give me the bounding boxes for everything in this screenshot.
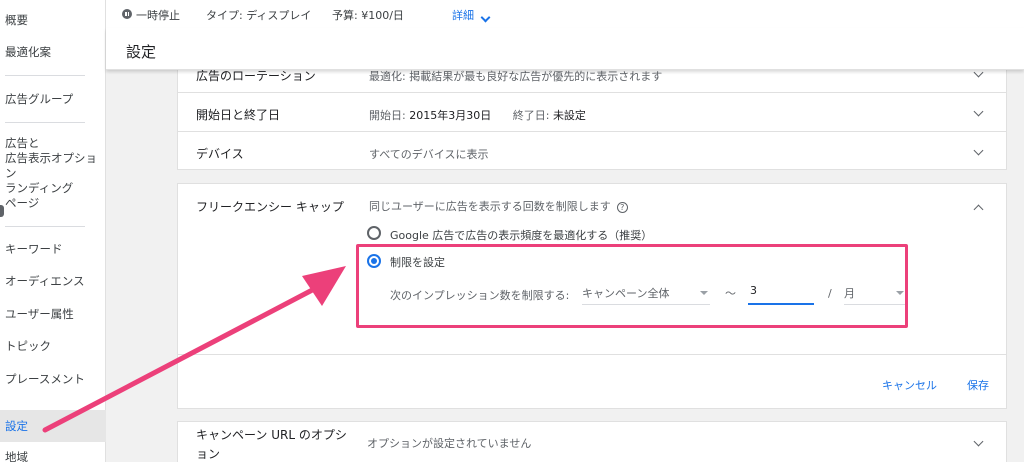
row-divider xyxy=(178,354,1006,355)
sidebar-item-audiences[interactable]: オーディエンス xyxy=(5,274,84,289)
dates-label[interactable]: 開始日と終了日 xyxy=(196,106,280,123)
sidebar-item-ad-groups[interactable]: 広告グループ xyxy=(5,92,73,107)
chevron-up-icon[interactable] xyxy=(973,204,984,215)
row-divider xyxy=(178,131,1006,132)
status-type: タイプ: ディスプレイ xyxy=(206,9,312,22)
row-divider xyxy=(178,92,1006,93)
campaign-status-bar: 一時停止 タイプ: ディスプレイ 予算: ¥100/日 詳細 xyxy=(106,0,1024,28)
cancel-button[interactable]: キャンセル xyxy=(882,377,937,393)
radio-auto-optimize-label[interactable]: Google 広告で広告の表示頻度を最適化する（推奨） xyxy=(390,227,652,243)
page-header: 設定 xyxy=(106,28,1024,70)
chevron-down-icon xyxy=(480,12,491,23)
frequency-description-text: 同じユーザーに広告を表示する回数を制限します xyxy=(369,200,611,213)
sidebar-item-locations[interactable]: 地域 xyxy=(5,450,28,462)
sidebar-item-overview[interactable]: 概要 xyxy=(5,13,28,28)
sidebar-divider xyxy=(5,226,85,227)
sidebar-item-landing-pages[interactable]: ランディング ページ xyxy=(5,181,73,211)
sidebar-item-demographics[interactable]: ユーザー属性 xyxy=(5,307,74,322)
frequency-cap-label: フリークエンシー キャップ xyxy=(196,200,344,214)
settings-list-card: 広告のローテーション 最適化: 掲載結果が最も良好な広告が優先的に表示されます … xyxy=(177,55,1007,170)
sidebar-item-keywords[interactable]: キーワード xyxy=(5,242,63,257)
start-date-value: 2015年3月30日 xyxy=(409,109,492,122)
sidebar-item-settings[interactable]: 設定 xyxy=(0,410,106,442)
rotation-value: 最適化: 掲載結果が最も良好な広告が優先的に表示されます xyxy=(369,70,663,83)
chevron-down-icon[interactable] xyxy=(973,145,984,156)
sidebar-nav: 概要 最適化案 広告グループ 広告と 広告表示オプション ランディング ページ … xyxy=(0,0,106,462)
page-title: 設定 xyxy=(126,43,157,61)
help-icon[interactable]: ? xyxy=(616,201,628,213)
end-date-label: 終了日: xyxy=(512,109,550,122)
device-value: すべてのデバイスに表示 xyxy=(369,148,489,161)
end-date-value: 未設定 xyxy=(552,109,586,122)
chevron-down-icon[interactable] xyxy=(973,436,984,447)
url-options-value: オプションが設定されていません xyxy=(367,437,532,450)
chevron-down-icon[interactable] xyxy=(973,106,984,117)
status-budget: 予算: ¥100/日 xyxy=(332,9,404,22)
scroll-indicator xyxy=(0,205,4,217)
start-date-label: 開始日: xyxy=(369,109,406,122)
status-state: 一時停止 xyxy=(136,9,180,22)
details-label: 詳細 xyxy=(452,9,474,22)
pause-icon xyxy=(122,9,132,19)
details-link[interactable]: 詳細 xyxy=(452,7,491,23)
sidebar-divider xyxy=(5,75,85,76)
sidebar-item-recommendations[interactable]: 最適化案 xyxy=(5,45,51,60)
url-options-label[interactable]: キャンペーン URL のオプション xyxy=(196,426,356,462)
frequency-cap-description: 同じユーザーに広告を表示する回数を制限します? xyxy=(369,198,628,214)
sidebar-item-topics[interactable]: トピック xyxy=(5,339,51,354)
url-options-card: キャンペーン URL のオプション オプションが設定されていません xyxy=(177,421,1007,462)
sidebar-item-ads-extensions[interactable]: 広告と 広告表示オプション xyxy=(5,136,105,181)
radio-auto-optimize[interactable] xyxy=(367,226,381,240)
annotation-highlight-box xyxy=(356,244,908,328)
sidebar-divider xyxy=(5,122,85,123)
sidebar-item-placements[interactable]: プレースメント xyxy=(5,372,85,387)
dates-value: 開始日: 2015年3月30日 終了日: 未設定 xyxy=(369,107,586,123)
save-button[interactable]: 保存 xyxy=(967,377,989,393)
device-label[interactable]: デバイス xyxy=(196,145,244,162)
